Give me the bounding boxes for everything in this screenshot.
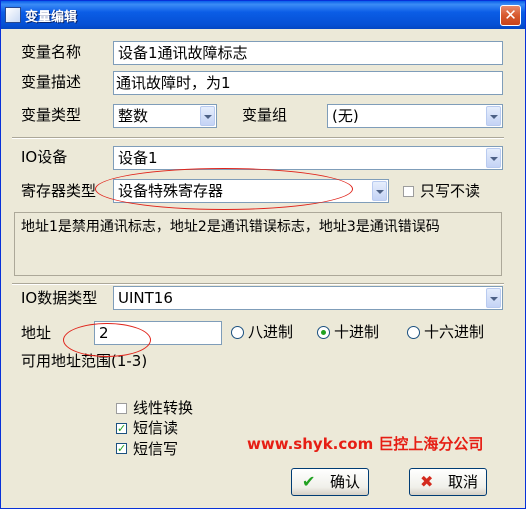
- variable-desc-input[interactable]: 通讯故障时，为1: [113, 71, 503, 95]
- sms-write-checkbox[interactable]: ✓: [116, 443, 127, 454]
- variable-edit-dialog: 变量编辑 ✕ 变量名称 设备1通讯故障标志 变量描述 通讯故障时，为1 变量类型…: [0, 0, 526, 509]
- linear-conversion-checkbox[interactable]: [116, 403, 127, 414]
- sms-read-label: 短信读: [133, 419, 179, 437]
- variable-group-label: 变量组: [242, 106, 288, 124]
- variable-group-value: (无): [332, 107, 359, 125]
- variable-name-input[interactable]: 设备1通讯故障标志: [113, 41, 503, 65]
- chevron-down-icon[interactable]: [372, 181, 387, 201]
- radio-decimal[interactable]: [317, 326, 330, 339]
- close-icon: ✕: [504, 6, 517, 24]
- sms-read-checkbox[interactable]: ✓: [116, 423, 127, 434]
- register-type-label: 寄存器类型: [21, 182, 97, 200]
- register-info-text: 地址1是禁用通讯标志，地址2是通讯错误标志，地址3是通讯错误码: [21, 219, 440, 235]
- radio-octal[interactable]: [231, 326, 244, 339]
- address-label: 地址: [21, 324, 52, 342]
- window-title: 变量编辑: [25, 10, 78, 25]
- io-data-type-select[interactable]: UINT16: [113, 286, 503, 310]
- radio-decimal-label: 十进制: [334, 323, 380, 341]
- check-icon: ✔: [302, 472, 316, 491]
- sms-write-label: 短信写: [133, 440, 179, 458]
- variable-type-select[interactable]: 整数: [113, 104, 217, 128]
- io-data-type-value: UINT16: [118, 289, 173, 307]
- annotation-ellipse-address: [63, 323, 151, 357]
- annotation-ellipse-register: [95, 168, 353, 210]
- chevron-down-icon[interactable]: [486, 106, 501, 126]
- watermark-text: www.shyk.com 巨控上海分公司: [247, 435, 484, 453]
- radio-hex-label: 十六进制: [424, 323, 485, 341]
- window-icon: [5, 7, 21, 23]
- divider: [12, 137, 504, 139]
- radio-octal-label: 八进制: [248, 323, 294, 341]
- title-bar[interactable]: 变量编辑 ✕: [1, 1, 525, 29]
- write-only-label: 只写不读: [420, 182, 481, 200]
- io-device-value: 设备1: [118, 149, 158, 167]
- cancel-button-label: 取消: [448, 473, 479, 491]
- ok-button-label: 确认: [330, 473, 361, 491]
- chevron-down-icon[interactable]: [200, 106, 215, 126]
- chevron-down-icon[interactable]: [486, 148, 501, 168]
- write-only-checkbox[interactable]: [403, 186, 414, 197]
- radio-hex[interactable]: [407, 326, 420, 339]
- io-data-type-label: IO数据类型: [21, 289, 98, 307]
- ok-button[interactable]: ✔ 确认: [291, 468, 369, 496]
- cross-icon: ✖: [420, 472, 434, 491]
- linear-conversion-label: 线性转换: [133, 399, 194, 417]
- io-device-label: IO设备: [21, 148, 68, 166]
- io-device-select[interactable]: 设备1: [113, 146, 503, 170]
- cancel-button[interactable]: ✖ 取消: [409, 468, 487, 496]
- variable-type-value: 整数: [118, 107, 149, 125]
- variable-type-label: 变量类型: [21, 106, 82, 124]
- variable-name-label: 变量名称: [21, 43, 82, 61]
- divider: [12, 283, 504, 285]
- variable-group-select[interactable]: (无): [327, 104, 503, 128]
- register-info-box: 地址1是禁用通讯标志，地址2是通讯错误标志，地址3是通讯错误码: [14, 212, 502, 276]
- close-button[interactable]: ✕: [500, 5, 521, 26]
- variable-desc-label: 变量描述: [21, 73, 82, 91]
- chevron-down-icon[interactable]: [486, 288, 501, 308]
